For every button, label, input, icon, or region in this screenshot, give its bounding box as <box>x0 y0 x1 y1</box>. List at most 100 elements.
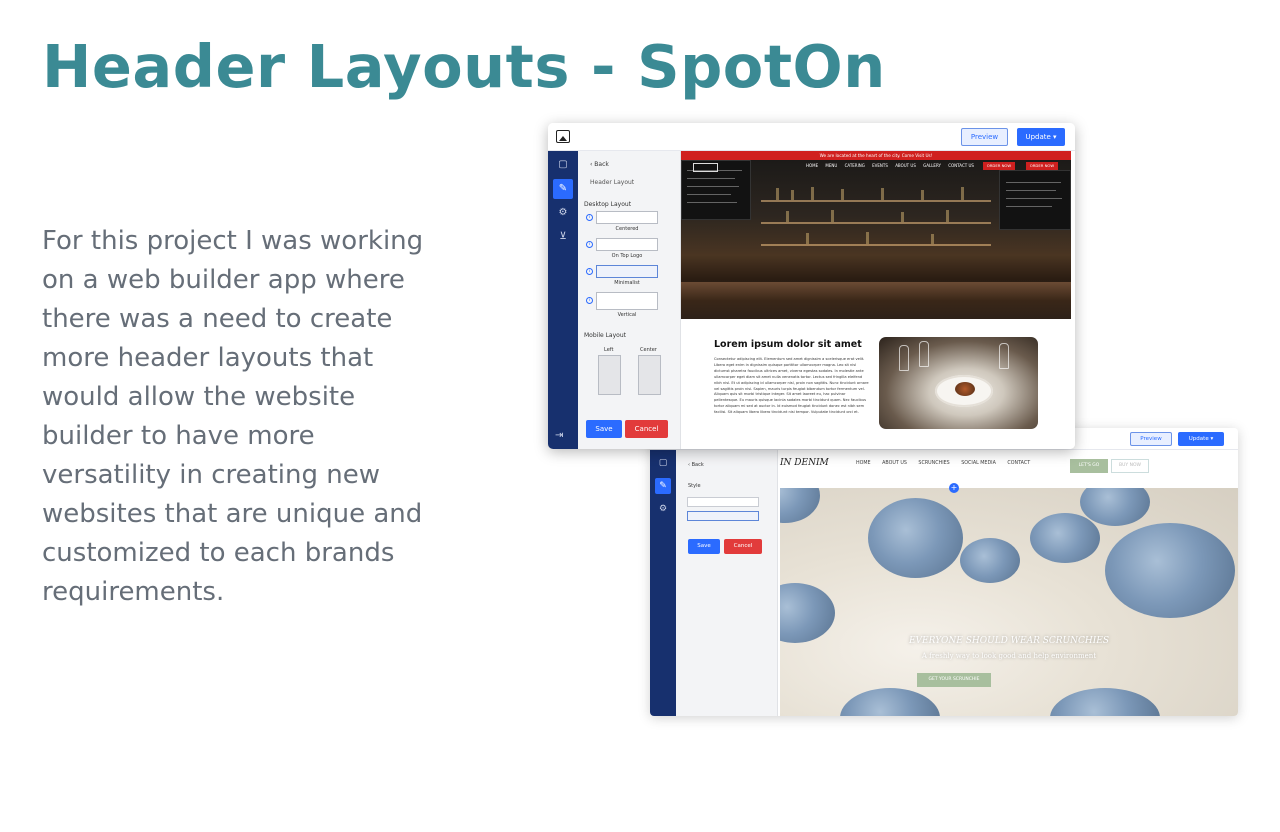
wine-glass <box>919 341 929 367</box>
bottle <box>841 189 844 200</box>
scrunchie <box>1105 523 1235 618</box>
lets-go-button[interactable]: LET'S GO <box>1070 459 1108 473</box>
mobile-caption: Left <box>604 347 614 353</box>
nav-menu[interactable]: MENU <box>825 163 837 168</box>
chalk-line <box>687 186 739 187</box>
content-heading: Lorem ipsum dolor sit amet <box>714 339 862 350</box>
hero-subtitle: A freshly way to look good and help envi… <box>921 652 1097 660</box>
chalk-line <box>1006 198 1062 199</box>
nav-home[interactable]: HOME <box>856 461 871 466</box>
info-icon[interactable]: i <box>586 297 593 304</box>
layout-caption: Vertical <box>617 312 637 318</box>
site-header: IN DENIM HOME ABOUT US SCRUNCHIES SOCIAL… <box>778 450 1238 488</box>
style-option-selected[interactable] <box>687 511 759 521</box>
scrunchie <box>960 538 1020 583</box>
info-icon[interactable]: i <box>586 241 593 248</box>
scrunchie <box>1030 513 1100 563</box>
shelf <box>761 222 991 224</box>
style-option[interactable] <box>687 497 759 507</box>
mobile-thumb-left[interactable] <box>598 355 621 395</box>
cart-icon[interactable]: ⊻ <box>553 227 573 247</box>
save-button[interactable]: Save <box>586 420 622 438</box>
site-preview: IN DENIM HOME ABOUT US SCRUNCHIES SOCIAL… <box>778 450 1238 716</box>
info-icon[interactable]: i <box>586 268 593 275</box>
buy-now-button[interactable]: BUY NOW <box>1111 459 1149 473</box>
site-logo[interactable]: IN DENIM <box>780 458 829 468</box>
editor-sidebar-rail: ▢ ✎ ⚙ ⊻ ⇥ <box>548 151 578 449</box>
panel-heading: Header Layout <box>590 179 635 186</box>
preview-button[interactable]: Preview <box>1130 432 1172 446</box>
bottle <box>931 234 934 244</box>
layout-thumb-centered[interactable] <box>596 211 658 224</box>
get-scrunchie-button[interactable]: GET YOUR SCRUNCHIE <box>917 673 991 687</box>
preview-button[interactable]: Preview <box>961 128 1008 146</box>
nav-gallery[interactable]: GALLERY <box>923 163 941 168</box>
hero-image: HOME MENU CATERING EVENTS ABOUT US GALLE… <box>681 160 1071 319</box>
nav-contact[interactable]: CONTACT US <box>948 163 974 168</box>
editor-sidebar-rail: ▢ ✎ ⚙ <box>650 450 676 716</box>
chalk-line <box>687 194 731 195</box>
logout-icon[interactable]: ⇥ <box>555 430 563 441</box>
site-logo[interactable] <box>693 163 718 172</box>
nav-home[interactable]: HOME <box>806 163 818 168</box>
chalk-line <box>1006 206 1052 207</box>
announcement-bar: We are located at the heart of the city.… <box>681 151 1071 160</box>
mobile-caption: Center <box>640 347 657 353</box>
nav-about[interactable]: ABOUT US <box>895 163 916 168</box>
update-button[interactable]: Update ▾ <box>1017 128 1065 146</box>
magic-wand-icon[interactable]: ✎ <box>553 179 573 199</box>
gear-icon[interactable]: ⚙ <box>553 203 573 223</box>
image-icon[interactable] <box>556 130 570 143</box>
dish-photo <box>879 337 1038 429</box>
chalk-line <box>1006 182 1061 183</box>
content-body: Consectetur adipiscing elit. Elementum s… <box>714 357 869 415</box>
bottle <box>786 211 789 222</box>
hero-image: EVERYONE SHOULD WEAR SCRUNCHIES A freshl… <box>780 488 1238 716</box>
menu-board <box>999 170 1071 230</box>
bottle <box>866 232 869 244</box>
layout-caption: Minimalist <box>614 280 640 286</box>
site-preview: We are located at the heart of the city.… <box>681 151 1075 449</box>
update-button[interactable]: Update ▾ <box>1178 432 1224 446</box>
scrunchie <box>840 688 940 716</box>
page-icon[interactable]: ▢ <box>553 155 573 175</box>
nav-events[interactable]: EVENTS <box>872 163 888 168</box>
nav-scrunchies[interactable]: SCRUNCHIES <box>918 461 949 466</box>
save-button[interactable]: Save <box>688 539 720 554</box>
bottle <box>921 190 924 200</box>
order-now-button[interactable]: ORDER NOW <box>1026 162 1058 170</box>
cancel-button[interactable]: Cancel <box>724 539 762 554</box>
back-link[interactable]: ‹ Back <box>688 462 704 468</box>
bottle <box>901 212 904 222</box>
chalk-line <box>687 178 735 179</box>
bar-counter <box>681 282 1071 319</box>
bottle <box>806 233 809 244</box>
order-now-button[interactable]: ORDER NOW <box>983 162 1015 170</box>
nav-catering[interactable]: CATERING <box>845 163 865 168</box>
nav-social[interactable]: SOCIAL MEDIA <box>961 461 996 466</box>
mobile-thumb-center[interactable] <box>638 355 661 395</box>
header-layout-panel: ‹ Back Header Layout Desktop Layout i Ce… <box>578 151 681 449</box>
cancel-button[interactable]: Cancel <box>625 420 668 438</box>
desktop-layout-label: Desktop Layout <box>584 201 632 208</box>
wine-glass <box>899 345 909 371</box>
layout-caption: On Top Logo <box>611 253 643 259</box>
nav-about[interactable]: ABOUT US <box>882 461 907 466</box>
style-label: Style <box>688 483 701 489</box>
page-icon[interactable]: ▢ <box>655 455 671 471</box>
info-icon[interactable]: i <box>586 214 593 221</box>
bottle <box>776 188 779 200</box>
magic-wand-icon[interactable]: ✎ <box>655 478 671 494</box>
add-section-icon[interactable]: + <box>949 483 959 493</box>
gear-icon[interactable]: ⚙ <box>655 501 671 517</box>
editor-toolbar: Preview Update ▾ <box>548 123 1075 151</box>
layout-thumb-vertical[interactable] <box>596 292 658 310</box>
wine-glass <box>999 343 1009 369</box>
bottle <box>811 187 814 200</box>
nav-contact[interactable]: CONTACT <box>1007 461 1030 466</box>
site-nav: HOME ABOUT US SCRUNCHIES SOCIAL MEDIA CO… <box>856 461 1040 466</box>
layout-thumb-on-top-logo[interactable] <box>596 238 658 251</box>
layout-thumb-minimalist[interactable] <box>596 265 658 278</box>
back-link[interactable]: ‹ Back <box>590 161 609 168</box>
hero-title: EVERYONE SHOULD WEAR SCRUNCHIES <box>908 636 1110 646</box>
